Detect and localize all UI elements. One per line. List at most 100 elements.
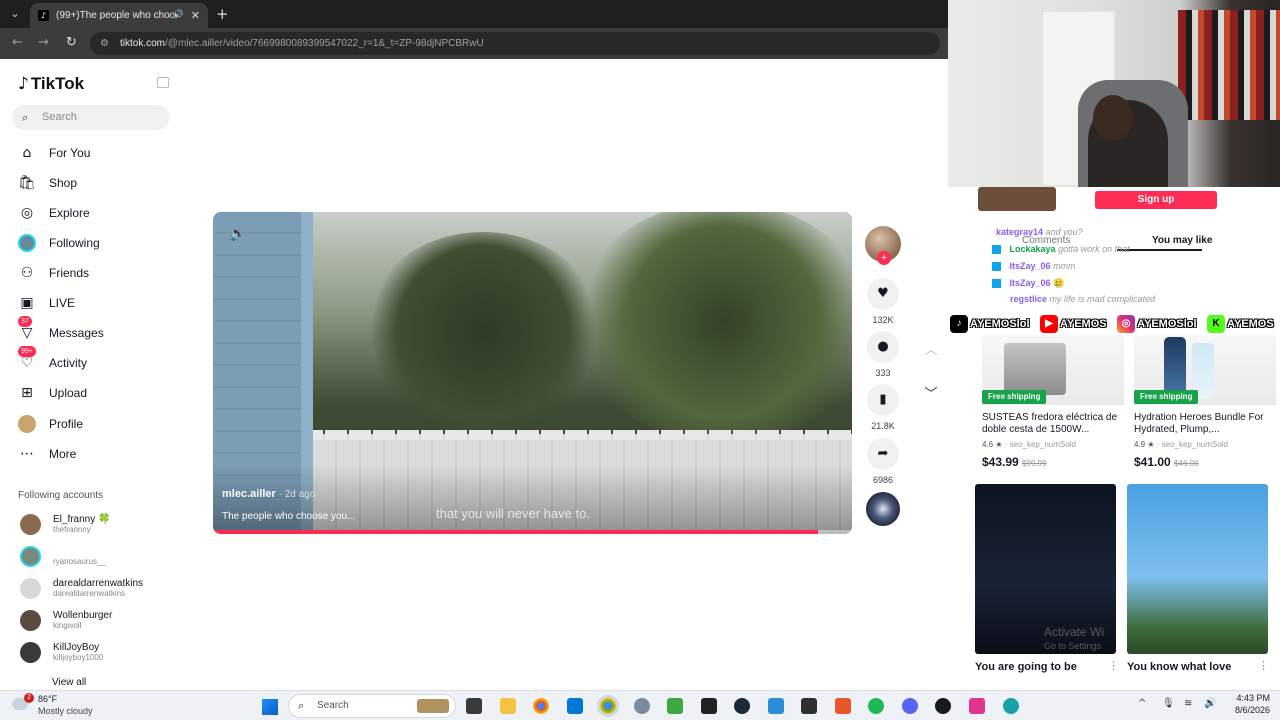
save-button[interactable]: ▮ [867,384,899,416]
nav-label: Activity [49,356,88,370]
tiktok-logo[interactable]: ♪ TikTok [18,74,84,94]
chat-text: gotta work on that [1058,244,1130,254]
volume-icon[interactable]: 🔊 [1204,698,1216,709]
app-icon[interactable] [969,698,985,714]
volume-icon[interactable]: 🔈 [229,226,246,242]
tiktok-logo-icon: ♪ [18,74,29,94]
window-app-icon[interactable] [768,698,784,714]
capcut-icon[interactable] [701,698,717,714]
close-tab-icon[interactable]: ✕ [191,3,200,28]
avatar [20,610,41,631]
nav-messages[interactable]: ▽ 37 Messages [18,316,178,344]
forward-icon[interactable]: → [38,35,49,50]
activity-badge: 99+ [18,346,36,357]
video-thumbnail-title[interactable]: You are going to be [975,661,1077,673]
reload-icon[interactable]: ↻ [66,35,77,50]
url-input[interactable]: ⚙ tiktok.com/@mlec.ailler/video/76699800… [90,32,940,55]
signup-button[interactable]: Sign up [1095,191,1217,209]
more-options-icon[interactable]: ⋮ [1108,659,1119,672]
nav-label: More [49,447,77,461]
store-icon[interactable] [567,698,583,714]
follow-plus-icon[interactable]: + [877,251,891,265]
minecraft-icon[interactable] [667,698,683,714]
collapse-sidebar-icon[interactable] [157,77,169,88]
nav-activity[interactable]: ♡ 99+ Activity [18,346,178,374]
video-author[interactable]: mlec.ailler · 2d ago [222,488,315,500]
site-info-icon[interactable]: ⚙ [100,32,109,55]
following-account[interactable]: darealdarrenwatkins darealdarrenwatkins [20,576,185,602]
account-handle: thefrannny [53,525,91,534]
nav-shop[interactable]: 🛍 Shop [18,172,178,194]
clock-time[interactable]: 4:43 PM [1230,693,1270,703]
view-all-link[interactable]: View all [52,677,86,688]
search-input[interactable]: ⌕ Search [12,105,170,130]
nav-explore[interactable]: ◎ Explore [18,202,178,224]
app-icon[interactable] [1003,698,1019,714]
following-account[interactable]: El_franny 🍀 thefrannny [20,512,185,538]
task-view-icon[interactable] [466,698,482,714]
youtube-icon: ▶ [1039,315,1058,334]
nav-upload[interactable]: ⊞ Upload [18,382,178,404]
like-button[interactable]: ♥ [867,278,899,310]
tray-chevron-icon[interactable]: ^ [1138,698,1146,709]
product-rating: 4.9 ★ · seo_kep_numSold [1134,440,1228,449]
product-card[interactable]: Free shipping Hydration Heroes Bundle Fo… [1134,335,1276,470]
chrome-icon[interactable] [533,698,549,714]
nav-label: Upload [49,386,88,400]
more-options-icon[interactable]: ⋮ [1258,659,1269,672]
address-bar: ← → ↻ ⚙ tiktok.com/@mlec.ailler/video/76… [0,28,948,59]
new-tab-icon[interactable]: + [216,5,229,23]
tab-you-may-like[interactable]: You may like [1152,235,1212,246]
rating-value: 4.9 ★ [1134,440,1155,449]
following-account[interactable]: ryanosaurus__ [20,544,185,570]
file-explorer-icon[interactable] [500,698,516,714]
share-button[interactable]: ➦ [867,438,899,470]
chat-message: ItsZay_06 mmm [992,261,1076,272]
windows-start-icon[interactable] [262,699,278,715]
clock-date[interactable]: 8/6/2026 [1222,705,1270,715]
previous-video-icon[interactable]: ︿ [921,341,941,361]
next-video-icon[interactable]: ﹀ [921,385,941,405]
video-progress-bar[interactable] [213,530,852,534]
home-icon: ⌂ [22,145,32,161]
chat-user: Lockakaya [1009,244,1056,254]
spotify-icon[interactable] [868,698,884,714]
epic-games-icon[interactable] [801,698,817,714]
wifi-icon[interactable]: ≋ [1184,698,1192,709]
nav-profile[interactable]: Profile [18,413,178,435]
nav-for-you[interactable]: ⌂ For You [18,142,178,164]
webcam-closet [1178,10,1280,120]
video-player[interactable]: 🔈 mlec.ailler · 2d ago The people who ch… [213,212,852,534]
settings-icon[interactable] [634,698,650,714]
video-description[interactable]: The people who choose you... [222,511,355,522]
nav-label: Messages [49,326,104,340]
nav-friends[interactable]: ⚇ Friends [18,262,178,284]
product-card[interactable]: Free shipping SUSTEAS fredora eléctrica … [982,335,1124,470]
tab-search-icon[interactable]: ⌄ [6,5,24,23]
obs-icon[interactable] [935,698,951,714]
following-account[interactable]: Wollenburger kingwoll [20,608,185,634]
free-shipping-badge: Free shipping [982,390,1047,404]
video-thumbnail[interactable] [1127,484,1268,654]
discord-icon[interactable] [902,698,918,714]
taskbar-search[interactable]: ⌕ Search [288,694,456,718]
comment-button[interactable]: ● [867,331,899,363]
video-thumbnail-title[interactable]: You know what love [1127,661,1231,673]
nav-live[interactable]: ▣ LIVE [18,292,178,314]
chrome-active-icon[interactable] [600,698,616,714]
following-account[interactable]: KillJoyBoy killjoyboy1000 [20,640,185,666]
nav-label: LIVE [49,296,76,310]
music-disc[interactable] [866,492,900,526]
search-placeholder: Search [42,111,77,123]
browser-tab[interactable]: ♪ (99+)The people who choo 🔊 ✕ [30,3,208,28]
weather-description[interactable]: Mostly cloudy [38,706,93,716]
steam-icon[interactable] [734,698,750,714]
microphone-icon[interactable]: 🎙 [1162,698,1175,709]
nav-more[interactable]: ⋯ More [18,443,178,465]
back-icon[interactable]: ← [12,35,23,50]
speaker-icon[interactable]: 🔊 [173,3,184,28]
nav-following[interactable]: Following [18,232,178,254]
share-icon: ➦ [877,446,889,461]
app-icon[interactable] [835,698,851,714]
weather-temperature[interactable]: 86°F [38,694,57,704]
